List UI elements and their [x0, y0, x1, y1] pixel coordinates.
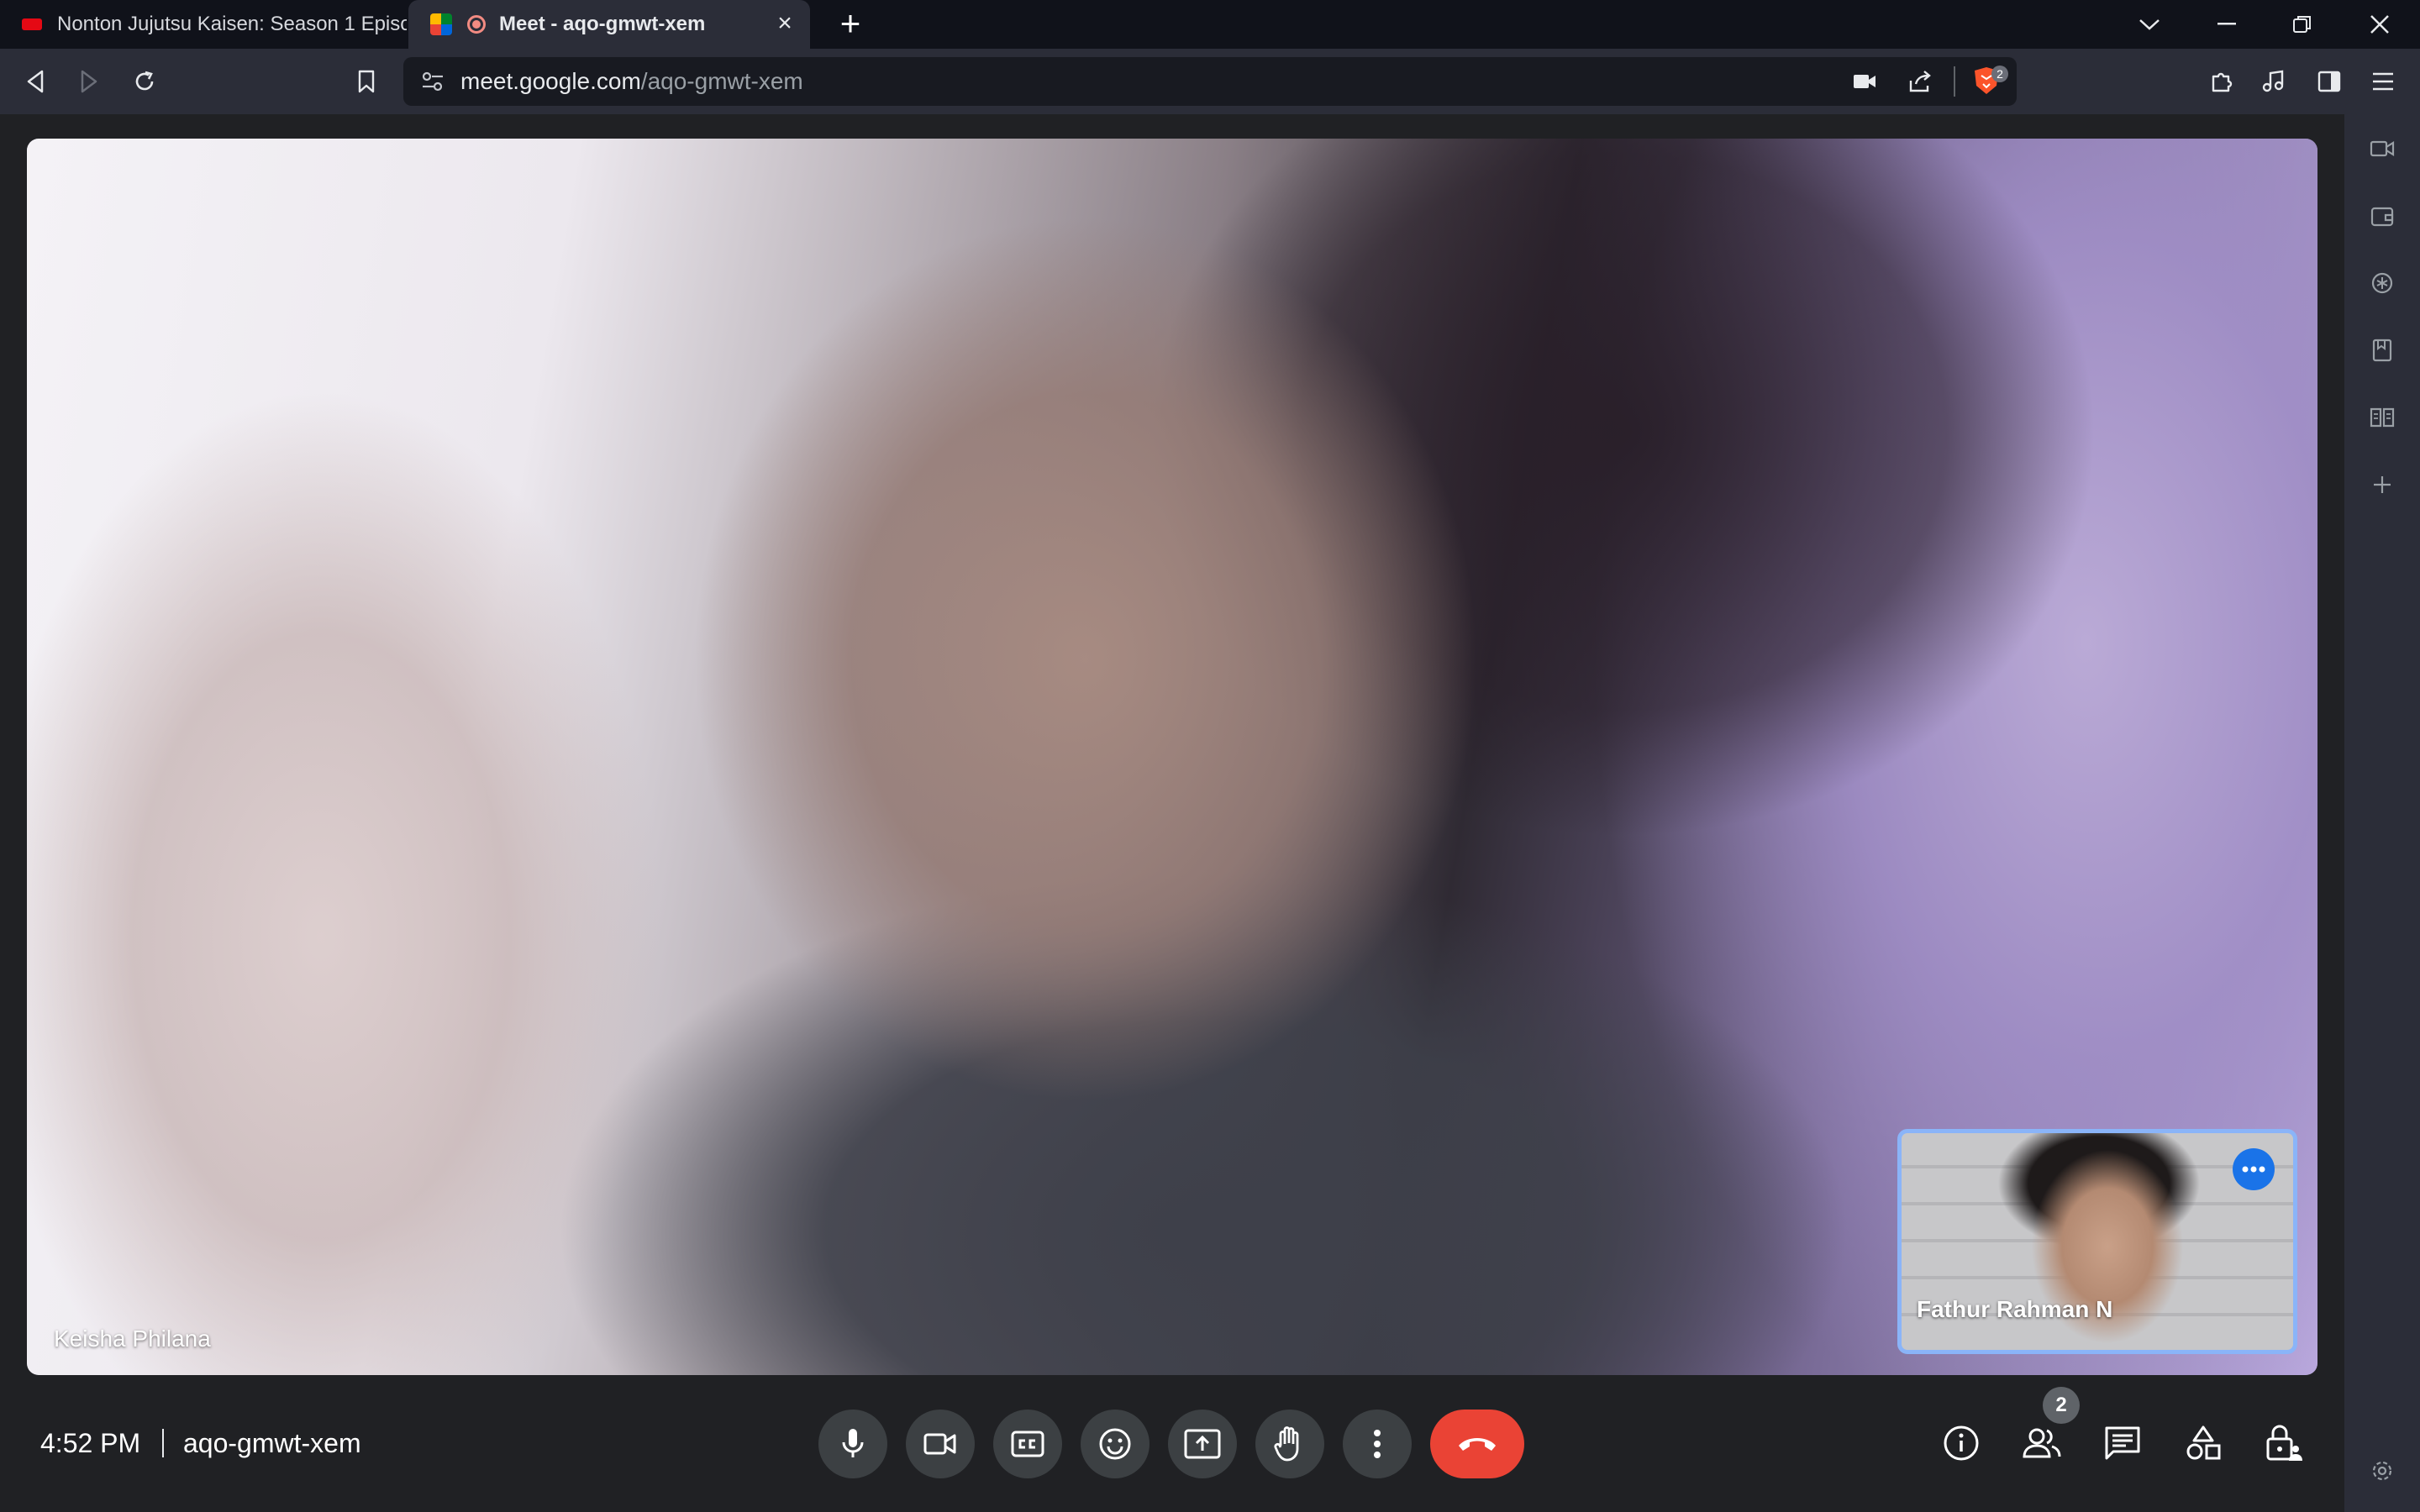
tab-strip: Nonton Jujutsu Kaisen: Season 1 Episo Me… — [0, 0, 2420, 49]
forward-icon[interactable] — [71, 63, 108, 100]
people-button[interactable] — [2018, 1420, 2065, 1467]
chat-button[interactable] — [2099, 1420, 2146, 1467]
camera-icon — [923, 1433, 956, 1455]
more-vert-icon — [1374, 1430, 1381, 1458]
brave-shields-icon[interactable]: 2 — [1971, 66, 2008, 97]
leo-ai-icon[interactable] — [2363, 264, 2402, 302]
url-path: /aqo-gmwt-xem — [640, 68, 803, 94]
bookmark-icon[interactable] — [348, 63, 385, 100]
omnibox-divider — [1954, 66, 1955, 97]
tab-search-chevron-icon[interactable] — [2124, 7, 2175, 42]
more-options-button[interactable] — [2233, 1148, 2275, 1190]
wallet-icon[interactable] — [2363, 197, 2402, 235]
meeting-code: aqo-gmwt-xem — [183, 1428, 361, 1458]
tab-meet[interactable]: Meet - aqo-gmwt-xem × — [408, 0, 810, 49]
extensions-icon[interactable] — [2203, 63, 2240, 100]
people-count-badge: 2 — [2043, 1387, 2080, 1424]
talk-video-icon[interactable] — [2363, 129, 2402, 168]
people-icon — [2023, 1428, 2061, 1458]
closed-captions-icon — [1011, 1431, 1044, 1457]
lock-person-icon — [2266, 1425, 2302, 1461]
tab-label: Nonton Jujutsu Kaisen: Season 1 Episo — [57, 13, 407, 35]
brave-shields-count: 2 — [1991, 66, 2008, 82]
address-bar[interactable]: meet.google.com/aqo-gmwt-xem 2 — [403, 57, 2017, 106]
site-settings-icon[interactable] — [420, 70, 445, 93]
bookmarks-panel-icon[interactable] — [2363, 331, 2402, 370]
raise-hand-button[interactable] — [1255, 1410, 1324, 1478]
recording-indicator-icon — [467, 15, 486, 34]
main-participant-name: Keisha Philana — [54, 1326, 211, 1352]
share-icon[interactable] — [1907, 69, 1933, 94]
meet-favicon-icon — [430, 13, 452, 35]
emoji-icon — [1099, 1428, 1131, 1460]
tab-jujutsu-kaisen[interactable]: Nonton Jujutsu Kaisen: Season 1 Episo — [0, 0, 407, 49]
raise-hand-icon — [1274, 1426, 1299, 1462]
netflix-favicon-icon — [22, 18, 42, 30]
restore-icon[interactable] — [2277, 7, 2328, 42]
panel-settings-gear-icon[interactable] — [2363, 1452, 2402, 1490]
new-tab-button[interactable]: + — [832, 5, 869, 42]
host-controls-button[interactable] — [2260, 1420, 2307, 1467]
info-divider — [162, 1429, 164, 1457]
self-participant-name: Fathur Rahman N — [1917, 1296, 2113, 1322]
media-controls-icon[interactable] — [2255, 63, 2292, 100]
url-text: meet.google.com/aqo-gmwt-xem — [460, 57, 803, 106]
leave-call-button[interactable] — [1430, 1410, 1524, 1478]
add-panel-icon[interactable] — [2363, 465, 2402, 504]
menu-icon[interactable] — [2365, 63, 2402, 100]
browser-toolbar: meet.google.com/aqo-gmwt-xem 2 — [0, 49, 2420, 114]
camera-button[interactable] — [906, 1410, 975, 1478]
captions-button[interactable] — [993, 1410, 1062, 1478]
sidebar-toggle-icon[interactable] — [2311, 63, 2348, 100]
reactions-button[interactable] — [1081, 1410, 1150, 1478]
chat-icon — [2105, 1426, 2140, 1460]
browser-side-panel — [2344, 114, 2420, 1512]
tab-label: Meet - aqo-gmwt-xem — [499, 13, 706, 35]
present-screen-icon — [1184, 1429, 1221, 1459]
shapes-activities-icon — [2186, 1425, 2221, 1460]
microphone-button[interactable] — [818, 1410, 887, 1478]
microphone-icon — [842, 1429, 864, 1457]
info-icon — [1944, 1425, 1979, 1461]
close-window-icon[interactable] — [2354, 7, 2405, 42]
back-icon[interactable] — [17, 63, 54, 100]
activities-button[interactable] — [2180, 1420, 2227, 1467]
minimize-icon[interactable] — [2202, 7, 2252, 42]
more-options-button[interactable] — [1343, 1410, 1412, 1478]
close-tab-icon[interactable]: × — [771, 11, 798, 38]
meeting-details-button[interactable] — [1938, 1420, 1985, 1467]
present-screen-button[interactable] — [1168, 1410, 1237, 1478]
hang-up-icon — [1459, 1438, 1496, 1451]
self-view-tile[interactable]: Fathur Rahman N — [1897, 1129, 2297, 1354]
meeting-time: 4:52 PM — [40, 1428, 141, 1458]
url-host: meet.google.com — [460, 68, 641, 94]
camera-in-use-icon[interactable] — [1852, 71, 1877, 92]
reload-icon[interactable] — [126, 63, 163, 100]
reading-list-icon[interactable] — [2363, 398, 2402, 437]
